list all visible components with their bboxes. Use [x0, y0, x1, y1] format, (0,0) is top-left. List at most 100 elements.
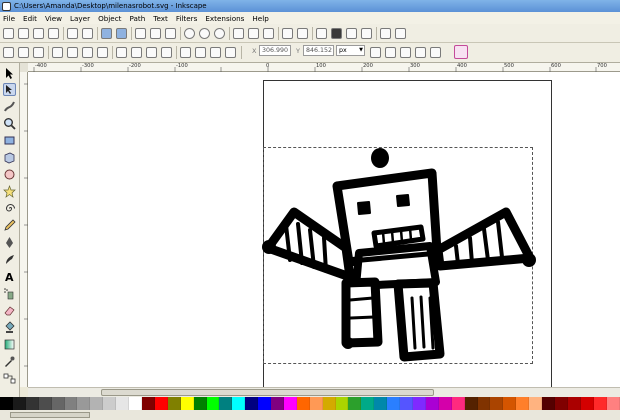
preferences-icon[interactable]	[380, 28, 391, 39]
x-coordinate-input[interactable]: 306.990	[259, 45, 291, 56]
scale-stroke-icon[interactable]	[370, 47, 381, 58]
color-swatch[interactable]	[283, 397, 297, 410]
snap-nodes-icon[interactable]	[454, 45, 468, 59]
color-swatch[interactable]	[400, 397, 413, 410]
paint-bucket-tool-icon[interactable]	[3, 321, 16, 334]
color-swatch[interactable]	[154, 397, 168, 410]
color-swatch[interactable]	[413, 397, 426, 410]
save-icon[interactable]	[33, 28, 44, 39]
color-swatch[interactable]	[464, 397, 478, 410]
color-swatch[interactable]	[0, 397, 13, 410]
color-swatch[interactable]	[503, 397, 517, 410]
color-swatch[interactable]	[116, 397, 130, 410]
gradient-tool-icon[interactable]	[3, 338, 16, 351]
unlink-clone-icon[interactable]	[263, 28, 274, 39]
spiral-tool-icon[interactable]	[3, 202, 16, 215]
color-swatch[interactable]	[103, 397, 117, 410]
fill-stroke-icon[interactable]	[316, 28, 327, 39]
lower-icon[interactable]	[146, 47, 157, 58]
text-tool-icon[interactable]: A	[3, 270, 16, 284]
import-icon[interactable]	[67, 28, 78, 39]
snap-toggle-icon[interactable]	[430, 47, 441, 58]
deselect-icon[interactable]	[33, 47, 44, 58]
color-swatch[interactable]	[258, 397, 272, 410]
raise-to-top-icon[interactable]	[116, 47, 127, 58]
lower-to-bottom-icon[interactable]	[161, 47, 172, 58]
text-font-icon[interactable]	[331, 28, 342, 39]
menu-object[interactable]: Object	[98, 14, 121, 23]
document-properties-icon[interactable]	[395, 28, 406, 39]
color-swatch[interactable]	[374, 397, 388, 410]
color-swatch[interactable]	[232, 397, 246, 410]
pen-tool-icon[interactable]	[3, 236, 16, 249]
3d-box-tool-icon[interactable]	[3, 151, 16, 164]
spray-tool-icon[interactable]	[3, 287, 16, 300]
unit-select[interactable]: px ▼	[336, 45, 365, 56]
color-swatch[interactable]	[361, 397, 375, 410]
color-swatch[interactable]	[193, 397, 207, 410]
color-swatch[interactable]	[167, 397, 181, 410]
zoom-selection-icon[interactable]	[184, 28, 195, 39]
move-patterns-icon[interactable]	[415, 47, 426, 58]
color-swatch[interactable]	[593, 397, 607, 410]
color-swatch[interactable]	[451, 397, 465, 410]
color-swatch[interactable]	[90, 397, 104, 410]
rectangle-tool-icon[interactable]	[3, 134, 16, 147]
raise-icon[interactable]	[131, 47, 142, 58]
ungroup-icon[interactable]	[297, 28, 308, 39]
color-swatch[interactable]	[335, 397, 349, 410]
menu-text[interactable]: Text	[153, 14, 168, 23]
redo-icon[interactable]	[116, 28, 127, 39]
align-distribute-icon[interactable]	[361, 28, 372, 39]
clone-icon[interactable]	[248, 28, 259, 39]
y-coordinate-input[interactable]: 846.152	[303, 45, 334, 56]
transform-stroke-icon[interactable]	[180, 47, 191, 58]
dropper-tool-icon[interactable]	[3, 355, 16, 368]
color-swatch[interactable]	[348, 397, 362, 410]
color-swatch[interactable]	[322, 397, 336, 410]
menu-file[interactable]: File	[3, 14, 15, 23]
color-swatch[interactable]	[554, 397, 568, 410]
open-icon[interactable]	[18, 28, 29, 39]
transform-gradients-icon[interactable]	[210, 47, 221, 58]
paste-icon[interactable]	[165, 28, 176, 39]
pencil-tool-icon[interactable]	[3, 219, 16, 232]
drawing-canvas[interactable]	[28, 72, 620, 387]
color-swatch[interactable]	[438, 397, 452, 410]
duplicate-icon[interactable]	[233, 28, 244, 39]
zoom-tool-icon[interactable]	[3, 117, 16, 130]
color-swatch[interactable]	[606, 397, 620, 410]
export-icon[interactable]	[82, 28, 93, 39]
color-swatch[interactable]	[387, 397, 401, 410]
menu-layer[interactable]: Layer	[70, 14, 90, 23]
color-swatch[interactable]	[516, 397, 530, 410]
menu-edit[interactable]: Edit	[23, 14, 37, 23]
color-swatch[interactable]	[567, 397, 581, 410]
cut-icon[interactable]	[150, 28, 161, 39]
color-swatch[interactable]	[529, 397, 543, 410]
menu-view[interactable]: View	[45, 14, 62, 23]
print-icon[interactable]	[48, 28, 59, 39]
move-gradients-icon[interactable]	[400, 47, 411, 58]
transform-corners-icon[interactable]	[195, 47, 206, 58]
flip-vertical-icon[interactable]	[97, 47, 108, 58]
menu-filters[interactable]: Filters	[176, 14, 198, 23]
zoom-page-icon[interactable]	[214, 28, 225, 39]
palette-scrollbar[interactable]	[0, 411, 620, 420]
selector-tool-icon[interactable]	[3, 67, 16, 80]
color-swatch[interactable]	[38, 397, 52, 410]
xml-editor-icon[interactable]	[346, 28, 357, 39]
horizontal-ruler[interactable]: -400 -300 -200 -100 0 100 200 300 400 50…	[28, 63, 620, 72]
ellipse-tool-icon[interactable]	[3, 168, 16, 181]
scrollbar-thumb[interactable]	[101, 389, 434, 396]
menu-help[interactable]: Help	[252, 14, 268, 23]
tweak-tool-icon[interactable]	[3, 100, 16, 113]
color-swatch[interactable]	[296, 397, 310, 410]
color-swatch[interactable]	[219, 397, 233, 410]
flip-horizontal-icon[interactable]	[82, 47, 93, 58]
color-swatch[interactable]	[180, 397, 194, 410]
color-swatch[interactable]	[271, 397, 284, 410]
color-swatch[interactable]	[141, 397, 155, 410]
group-icon[interactable]	[282, 28, 293, 39]
color-swatch[interactable]	[64, 397, 78, 410]
